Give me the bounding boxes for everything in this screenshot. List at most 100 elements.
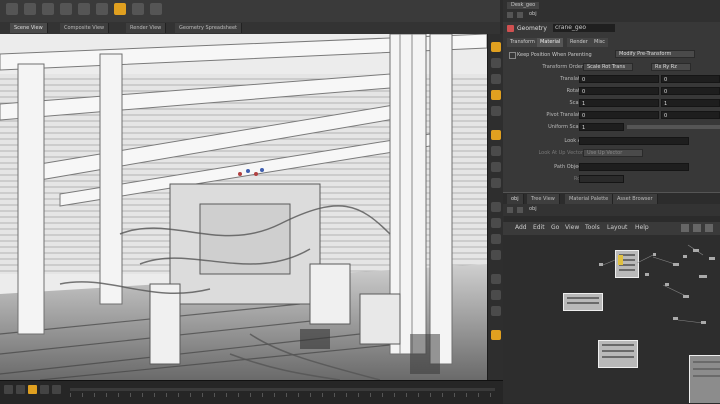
tab-desk-geo[interactable]: Desk_geo xyxy=(507,2,540,9)
tab-asset-browser[interactable]: Asset Browser xyxy=(613,194,658,204)
forward-icon[interactable] xyxy=(517,207,523,213)
play-icon[interactable] xyxy=(28,385,37,394)
tab-render[interactable]: Render xyxy=(567,38,591,47)
transform-order-dropdown[interactable]: Scale Rot Trans xyxy=(583,63,633,71)
rotate-x-field[interactable]: 0 xyxy=(579,87,659,95)
right-pane-header: Desk_geo obj xyxy=(503,0,720,22)
roll-label: Roll xyxy=(513,176,583,182)
scene-viewport[interactable] xyxy=(0,34,487,380)
rotate-y-field[interactable]: 0 xyxy=(661,87,720,95)
scale-x-field[interactable]: 1 xyxy=(579,99,659,107)
step-back-icon[interactable] xyxy=(16,385,25,394)
rotate-label: Rotate xyxy=(566,88,583,94)
pivot-x-field[interactable]: 0 xyxy=(579,111,659,119)
rotate-order-dropdown[interactable]: Rx Ry Rz xyxy=(651,63,691,71)
tab-material[interactable]: Material xyxy=(537,38,564,47)
viewport-display-toolbar xyxy=(487,34,504,380)
network-path-bar: obj xyxy=(503,204,720,216)
tab-composite-view[interactable]: Composite View xyxy=(60,23,110,33)
settings-icon[interactable] xyxy=(705,224,713,232)
tab-tree-view[interactable]: Tree View xyxy=(527,194,560,204)
menu-help[interactable]: Help xyxy=(635,224,649,231)
move-tool-icon[interactable] xyxy=(24,3,36,15)
uniform-scale-label: Uniform Scale xyxy=(548,124,583,130)
node-name-field[interactable]: crane_geo xyxy=(553,24,615,32)
back-icon[interactable] xyxy=(507,207,513,213)
background-icon[interactable] xyxy=(491,306,501,316)
forward-icon[interactable] xyxy=(517,12,523,18)
primitives-icon[interactable] xyxy=(491,218,501,228)
keep-position-label: Keep Position When Parenting xyxy=(517,52,592,58)
wireframe-icon[interactable] xyxy=(491,58,501,68)
go-to-start-icon[interactable] xyxy=(4,385,13,394)
parameter-editor: Geometry crane_geo Transform Material Re… xyxy=(503,22,720,192)
network-menubar: Add Edit Go View Tools Layout Help xyxy=(503,222,720,235)
menu-tools[interactable]: Tools xyxy=(585,224,600,231)
look-at-label: Look At xyxy=(564,138,583,144)
scale-label: Scale xyxy=(569,100,583,106)
ghost-icon[interactable] xyxy=(491,274,501,284)
translate-x-field[interactable]: 0 xyxy=(579,75,659,83)
menu-layout[interactable]: Layout xyxy=(607,224,627,231)
menu-edit[interactable]: Edit xyxy=(533,224,545,231)
timeline-ticks xyxy=(70,393,495,397)
tab-geometry-spreadsheet[interactable]: Geometry Spreadsheet xyxy=(175,23,243,33)
template-icon[interactable] xyxy=(491,290,501,300)
scale-y-field[interactable]: 1 xyxy=(661,99,720,107)
scale-tool-icon[interactable] xyxy=(60,3,72,15)
go-to-end-icon[interactable] xyxy=(52,385,61,394)
snap-icon[interactable] xyxy=(491,130,501,140)
points-icon[interactable] xyxy=(491,178,501,188)
translate-y-field[interactable]: 0 xyxy=(661,75,720,83)
light-tool-icon[interactable] xyxy=(78,3,90,15)
transform-order-label: Transform Order xyxy=(542,64,583,70)
tab-transform[interactable]: Transform xyxy=(507,38,538,47)
normals-icon[interactable] xyxy=(491,202,501,212)
tools-icon[interactable] xyxy=(681,224,689,232)
render-region-icon[interactable] xyxy=(491,330,501,340)
back-icon[interactable] xyxy=(507,12,513,18)
tab-material-palette[interactable]: Material Palette xyxy=(565,194,614,204)
network-editor[interactable] xyxy=(503,235,720,403)
camera-icon[interactable] xyxy=(491,106,501,116)
select-tool-icon[interactable] xyxy=(6,3,18,15)
fx-tool-icon[interactable] xyxy=(150,3,162,15)
path-label[interactable]: obj xyxy=(529,11,537,17)
step-forward-icon[interactable] xyxy=(40,385,49,394)
look-at-field[interactable] xyxy=(579,137,689,145)
tab-render-view[interactable]: Render View xyxy=(126,23,167,33)
pivot-translate-label: Pivot Translate xyxy=(546,112,583,118)
up-vector-dropdown[interactable]: Use Up Vector xyxy=(583,149,643,157)
tab-network-view[interactable]: obj xyxy=(507,194,524,204)
visibility-icon[interactable] xyxy=(491,162,501,172)
render-tool-icon[interactable] xyxy=(114,3,126,15)
grid-icon[interactable] xyxy=(491,146,501,156)
camera-tool-icon[interactable] xyxy=(96,3,108,15)
timeline-track[interactable] xyxy=(70,388,495,391)
rotate-tool-icon[interactable] xyxy=(42,3,54,15)
edges-icon[interactable] xyxy=(491,234,501,244)
roll-field[interactable] xyxy=(579,175,624,183)
industrial-scene-render xyxy=(0,34,487,380)
menu-add[interactable]: Add xyxy=(515,224,527,231)
cloud-tool-icon[interactable] xyxy=(132,3,144,15)
menu-view[interactable]: View xyxy=(565,224,579,231)
translate-label: Translate xyxy=(560,76,583,82)
network-path-label[interactable]: obj xyxy=(529,206,537,212)
menu-go[interactable]: Go xyxy=(551,224,559,231)
keep-position-checkbox[interactable] xyxy=(509,52,516,59)
uniform-scale-field[interactable]: 1 xyxy=(579,123,624,131)
path-object-field[interactable] xyxy=(579,163,689,171)
viewport-tabbar: Scene View Composite View Render View Ge… xyxy=(0,22,500,34)
lighting-icon[interactable] xyxy=(491,90,501,100)
pivot-y-field[interactable]: 0 xyxy=(661,111,720,119)
vertices-icon[interactable] xyxy=(491,250,501,260)
uniform-scale-slider[interactable] xyxy=(627,125,720,129)
tab-misc[interactable]: Misc xyxy=(591,38,609,47)
shaded-icon[interactable] xyxy=(491,74,501,84)
node-type-label: Geometry xyxy=(517,25,547,32)
tab-scene-view[interactable]: Scene View xyxy=(10,23,48,33)
grid-icon[interactable] xyxy=(693,224,701,232)
display-options-icon[interactable] xyxy=(491,42,501,52)
keep-position-dropdown[interactable]: Modify Pre-Transform xyxy=(615,50,695,58)
